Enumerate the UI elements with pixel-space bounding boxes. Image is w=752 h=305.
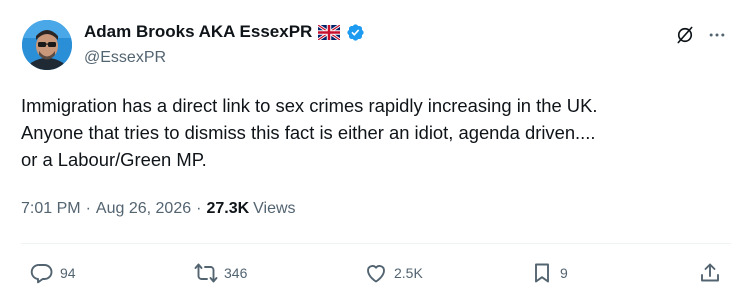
tweet-card: Adam Brooks AKA EssexPR @EssexPR Immigra… <box>0 0 752 305</box>
repost-count: 346 <box>224 265 248 281</box>
post-time[interactable]: 7:01 PM <box>21 200 81 218</box>
grok-button[interactable] <box>673 23 697 47</box>
bookmark-button[interactable]: 9 <box>530 260 568 286</box>
like-count: 2.5K <box>394 265 423 281</box>
author-handle[interactable]: @EssexPR <box>84 49 166 67</box>
author-name-row: Adam Brooks AKA EssexPR <box>84 22 365 42</box>
post-text-line: Anyone that tries to dismiss this fact i… <box>21 122 596 143</box>
like-icon <box>367 265 385 283</box>
share-button[interactable] <box>698 260 722 286</box>
share-icon <box>701 263 719 282</box>
bookmark-count: 9 <box>560 265 568 281</box>
meta-separator: · <box>196 200 202 217</box>
views-label: Views <box>253 200 296 217</box>
repost-icon <box>194 263 218 283</box>
reply-button[interactable]: 94 <box>30 260 76 286</box>
divider <box>21 243 731 244</box>
bookmark-icon <box>535 263 549 283</box>
like-button[interactable]: 2.5K <box>364 260 423 286</box>
uk-flag-icon <box>318 24 341 40</box>
more-options-button[interactable] <box>705 23 729 47</box>
post-text-line: Immigration has a direct link to sex cri… <box>21 95 598 116</box>
author-display-name[interactable]: Adam Brooks AKA EssexPR <box>84 22 312 42</box>
verified-badge-icon[interactable] <box>346 23 365 42</box>
reply-icon <box>30 264 53 284</box>
post-text-line: or a Labour/Green MP. <box>21 149 207 170</box>
grok-icon <box>677 26 693 44</box>
avatar[interactable] <box>22 20 72 70</box>
views-count: 27.3K <box>206 200 250 217</box>
post-text: Immigration has a direct link to sex cri… <box>21 92 736 173</box>
reply-count: 94 <box>60 265 76 281</box>
meta-separator: · <box>85 200 91 217</box>
repost-button[interactable]: 346 <box>194 260 247 286</box>
post-date[interactable]: Aug 26, 2026 <box>96 200 191 218</box>
post-metadata: 7:01 PM · Aug 26, 2026 · 27.3K Views <box>21 200 296 218</box>
avatar-image <box>22 20 72 70</box>
more-icon <box>709 33 725 37</box>
